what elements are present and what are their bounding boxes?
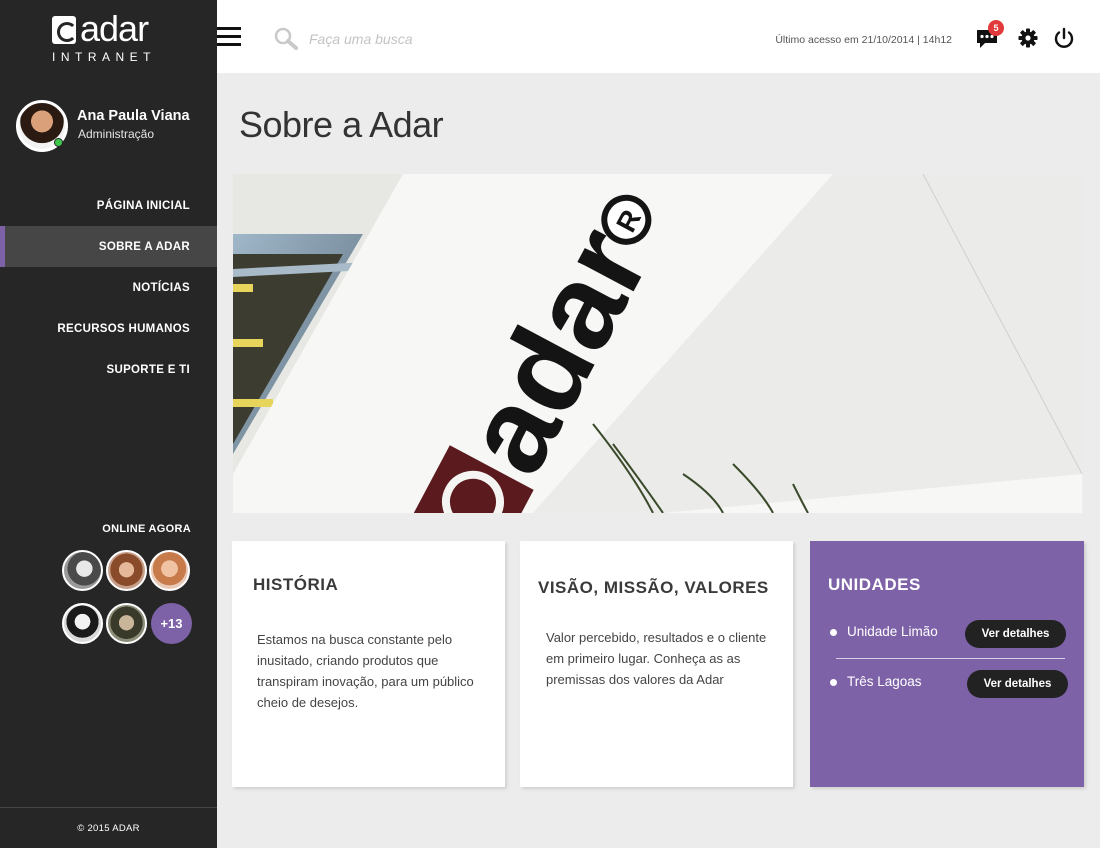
gear-icon[interactable] [1018, 28, 1038, 48]
details-button[interactable]: Ver detalhes [967, 670, 1068, 698]
card-unidades-title: UNIDADES [828, 575, 921, 594]
logo[interactable]: adar INTRANET [52, 8, 172, 66]
online-user-avatar[interactable] [149, 550, 190, 591]
unit-name: Unidade Limão [847, 624, 938, 639]
unit-item: Três Lagoas Ver detalhes [828, 668, 1068, 698]
hero-image: adar R [233, 174, 1082, 513]
online-user-avatar[interactable] [106, 603, 147, 644]
search-input[interactable] [309, 28, 609, 50]
sidebar-footer: © 2015 ADAR [0, 807, 217, 848]
sidebar-item-noticias[interactable]: NOTÍCIAS [0, 267, 217, 308]
bullet-icon [830, 629, 837, 636]
logo-subtitle: INTRANET [52, 50, 156, 64]
bullet-icon [830, 679, 837, 686]
card-historia-text: Estamos na busca constante pelo inusitad… [257, 632, 474, 710]
sidebar-nav: PÁGINA INICIAL SOBRE A ADAR NOTÍCIAS REC… [0, 185, 217, 390]
notification-badge: 5 [988, 20, 1004, 36]
page-title: Sobre a Adar [239, 104, 444, 145]
user-name: Ana Paula Viana [77, 108, 190, 124]
online-user-avatar[interactable] [62, 550, 103, 591]
card-unidades: UNIDADES Unidade Limão Ver detalhes Três… [810, 541, 1084, 787]
card-visao-missao-valores: VISÃO, MISSÃO, VALORES Valor percebido, … [520, 541, 793, 787]
logo-wordmark: adar [80, 8, 149, 49]
topbar: Último acesso em 21/10/2014 | 14h12 5 [217, 0, 1100, 73]
user-role: Administração [78, 127, 155, 141]
online-user-avatar[interactable] [62, 603, 103, 644]
online-user-avatar[interactable] [106, 550, 147, 591]
power-icon[interactable] [1053, 27, 1075, 49]
sidebar-item-pagina-inicial[interactable]: PÁGINA INICIAL [0, 185, 217, 226]
sidebar-item-suporte-e-ti[interactable]: SUPORTE E TI [0, 349, 217, 390]
unit-name: Três Lagoas [847, 674, 922, 689]
card-historia-title: HISTÓRIA [253, 575, 339, 594]
user-profile[interactable]: Ana Paula Viana Administração [16, 100, 216, 154]
hero-illustration: adar R [233, 174, 1082, 513]
sidebar: adar INTRANET Ana Paula Viana Administra… [0, 0, 217, 848]
card-visao-text: Valor percebido, resultados e o cliente … [546, 630, 767, 687]
card-historia: HISTÓRIA Estamos na busca constante pelo… [232, 541, 505, 787]
hamburger-icon[interactable] [217, 27, 241, 47]
online-status-icon [54, 138, 63, 147]
sidebar-item-sobre-a-adar[interactable]: SOBRE A ADAR [0, 226, 217, 267]
search-icon[interactable] [273, 27, 299, 51]
card-visao-title: VISÃO, MISSÃO, VALORES [538, 578, 769, 597]
details-button[interactable]: Ver detalhes [965, 620, 1066, 648]
online-more-button[interactable]: +13 [151, 603, 192, 644]
divider [836, 658, 1065, 659]
logo-mark-icon [52, 16, 77, 44]
last-access-text: Último acesso em 21/10/2014 | 14h12 [775, 34, 952, 46]
online-now-title: ONLINE AGORA [102, 523, 191, 535]
unit-item: Unidade Limão Ver detalhes [828, 618, 1068, 648]
sidebar-item-recursos-humanos[interactable]: RECURSOS HUMANOS [0, 308, 217, 349]
